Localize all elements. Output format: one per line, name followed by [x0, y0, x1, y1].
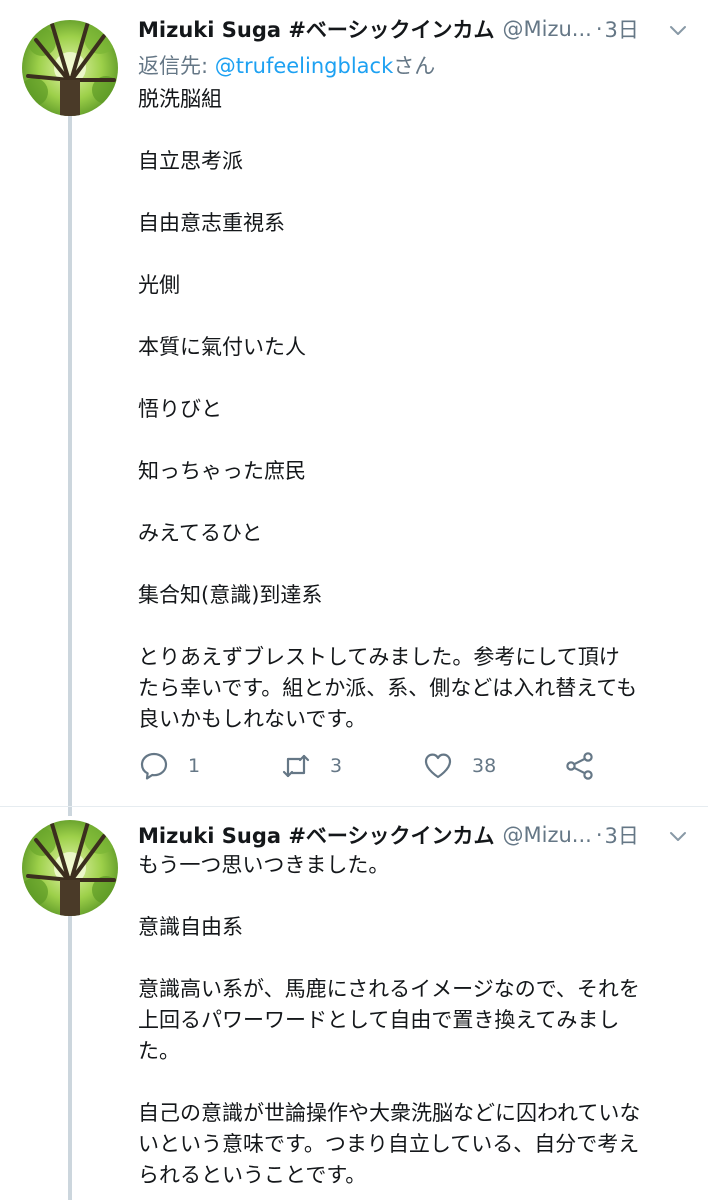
share-icon	[566, 752, 593, 780]
thread-line	[68, 116, 72, 816]
reply-icon	[140, 752, 168, 780]
user-handle[interactable]: @Mizu...	[503, 823, 592, 847]
tweet-actions: 1 3 38	[138, 746, 608, 786]
timestamp[interactable]: 3日	[605, 820, 639, 850]
retweet-icon	[282, 754, 310, 778]
retweet-count: 3	[330, 755, 343, 777]
reply-button[interactable]: 1	[138, 746, 200, 786]
tweet-text: もう一つ思いつきました。 意識自由系 意識高い系が、馬鹿にされるイメージなので、…	[138, 853, 641, 1187]
user-handle[interactable]: @Mizu...	[503, 17, 592, 41]
reply-prefix: 返信先:	[138, 54, 215, 78]
separator-dot: ·	[595, 17, 603, 41]
heart-icon	[424, 753, 452, 779]
avatar[interactable]	[22, 820, 118, 916]
tweet-header: Mizuki Suga #ベーシックインカム @Mizu... · 3日	[138, 14, 690, 44]
share-button[interactable]	[564, 746, 596, 786]
like-button[interactable]: 38	[422, 746, 496, 786]
chevron-down-icon[interactable]	[666, 824, 690, 848]
thread-line	[68, 916, 72, 1200]
display-name[interactable]: Mizuki Suga #ベーシックインカム	[138, 14, 495, 44]
separator-dot: ·	[595, 823, 603, 847]
reply-count: 1	[188, 755, 201, 777]
chevron-down-icon[interactable]	[666, 18, 690, 42]
like-count: 38	[472, 755, 497, 777]
reply-to-user-link[interactable]: @trufeelingblack	[215, 54, 393, 78]
avatar[interactable]	[22, 20, 118, 116]
reply-context: 返信先: @trufeelingblackさん	[138, 50, 435, 80]
tweet-text: 脱洗脳組 自立思考派 自由意志重視系 光側 本質に氣付いた人 悟りびと 知っちゃ…	[138, 87, 638, 731]
tweet-header: Mizuki Suga #ベーシックインカム @Mizu... · 3日	[138, 820, 690, 850]
display-name[interactable]: Mizuki Suga #ベーシックインカム	[138, 820, 495, 850]
reply-suffix: さん	[393, 54, 436, 78]
timestamp[interactable]: 3日	[605, 14, 639, 44]
tweet-divider	[0, 806, 708, 807]
retweet-button[interactable]: 3	[280, 746, 342, 786]
